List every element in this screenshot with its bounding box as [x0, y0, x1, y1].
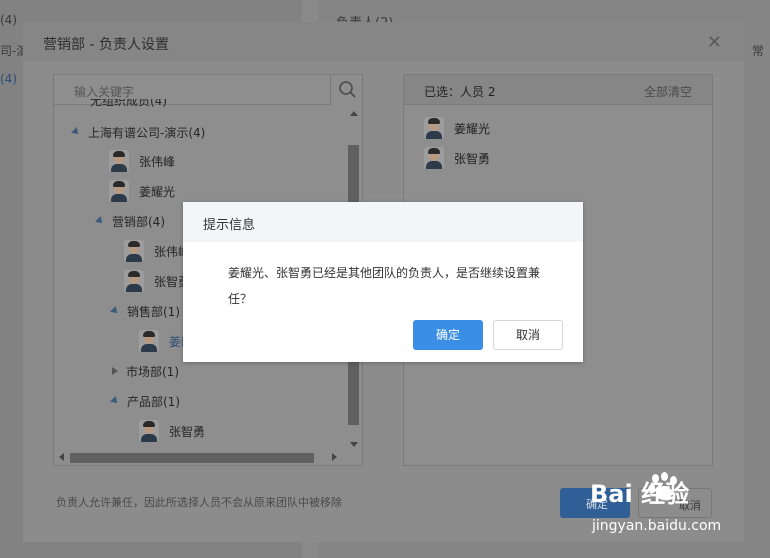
avatar — [139, 420, 159, 442]
tree-person-name: 张智勇 — [169, 424, 206, 439]
tree-node-label: 营销部(4) — [112, 214, 165, 229]
tree-node-label: 销售部(1) — [127, 304, 180, 319]
selected-person-name: 姜耀光 — [454, 121, 491, 136]
close-icon[interactable]: ✕ — [707, 32, 722, 53]
ok-button[interactable]: 确定 — [413, 320, 483, 350]
prompt-modal: 提示信息 姜耀光、张智勇已经是其他团队的负责人，是否继续设置兼任？ 确定 取消 — [183, 202, 583, 362]
expand-triangle-icon[interactable] — [110, 306, 120, 316]
footnote-text: 负责人允许兼任，因此所选择人员不会从原来团队中被移除 — [56, 496, 342, 509]
search-button[interactable] — [330, 75, 362, 105]
avatar — [139, 330, 159, 352]
tree-node-label: 上海有谱公司-演示(4) — [88, 125, 206, 140]
tree-person-name: 张伟峰 — [139, 154, 176, 169]
watermark-url: jingyan.baidu.com — [592, 518, 722, 534]
scroll-up-icon[interactable] — [350, 111, 358, 116]
avatar — [424, 117, 444, 139]
scroll-down-icon[interactable] — [350, 442, 358, 447]
modal-message: 姜耀光、张智勇已经是其他团队的负责人，是否继续设置兼任？ — [228, 266, 541, 306]
tree-node-product[interactable]: 产品部(1) — [110, 390, 180, 412]
selected-person[interactable]: 姜耀光 — [424, 117, 490, 139]
watermark: Bai 经验 jingyan.baidu.com — [590, 470, 765, 550]
dialog-header: 营销部 - 负责人设置 ✕ — [23, 22, 744, 62]
avatar — [124, 240, 144, 262]
background-edge-text: 常 — [752, 44, 765, 58]
selected-person-name: 张智勇 — [454, 151, 491, 166]
modal-title: 提示信息 — [203, 218, 256, 233]
tree-node-marketing[interactable]: 营销部(4) — [95, 210, 165, 232]
cancel-button[interactable]: 取消 — [493, 320, 563, 350]
tree-node-market[interactable]: 市场部(1) — [112, 360, 179, 382]
tree-node-label: 无组织成员(4) — [90, 99, 167, 108]
selected-person[interactable]: 张智勇 — [424, 147, 490, 169]
avatar — [109, 150, 129, 172]
tree-node-label: 产品部(1) — [127, 394, 180, 409]
collapsed-triangle-icon[interactable] — [112, 367, 118, 375]
expand-triangle-icon[interactable] — [71, 127, 81, 137]
selected-count: 已选：人员 2 — [424, 85, 496, 99]
background-label: (4) — [0, 72, 17, 86]
dialog-title: 营销部 - 负责人设置 — [43, 37, 169, 53]
modal-header: 提示信息 — [183, 202, 583, 242]
horizontal-scrollbar[interactable] — [54, 449, 344, 465]
tree-person[interactable]: 张智勇 — [124, 270, 190, 292]
selected-header: 已选：人员 2 全部清空 — [404, 75, 712, 105]
scroll-right-icon[interactable] — [332, 453, 337, 461]
expand-triangle-icon[interactable] — [110, 396, 120, 406]
scroll-left-icon[interactable] — [59, 453, 64, 461]
scrollbar-thumb[interactable] — [70, 453, 314, 463]
search-icon — [339, 81, 356, 98]
tree-node-label: 市场部(1) — [126, 364, 179, 379]
expand-triangle-icon[interactable] — [95, 216, 105, 226]
tree-person-name: 姜耀光 — [139, 184, 176, 199]
avatar — [124, 270, 144, 292]
tree-person[interactable]: 姜耀光 — [109, 180, 175, 202]
tree-node-sales[interactable]: 销售部(1) — [110, 300, 180, 322]
clear-all-link[interactable]: 全部清空 — [644, 83, 692, 100]
tree-node-clipped[interactable]: 无组织成员(4) — [90, 99, 167, 109]
tree-person[interactable]: 张伟峰 — [109, 150, 175, 172]
avatar — [424, 147, 444, 169]
tree-node-company[interactable]: 上海有谱公司-演示(4) — [71, 121, 206, 143]
avatar — [109, 180, 129, 202]
paw-logo-icon — [648, 472, 678, 502]
background-label: (4) — [0, 13, 17, 27]
tree-person[interactable]: 张智勇 — [139, 420, 205, 442]
tree-person[interactable]: 张伟峰 — [124, 240, 190, 262]
